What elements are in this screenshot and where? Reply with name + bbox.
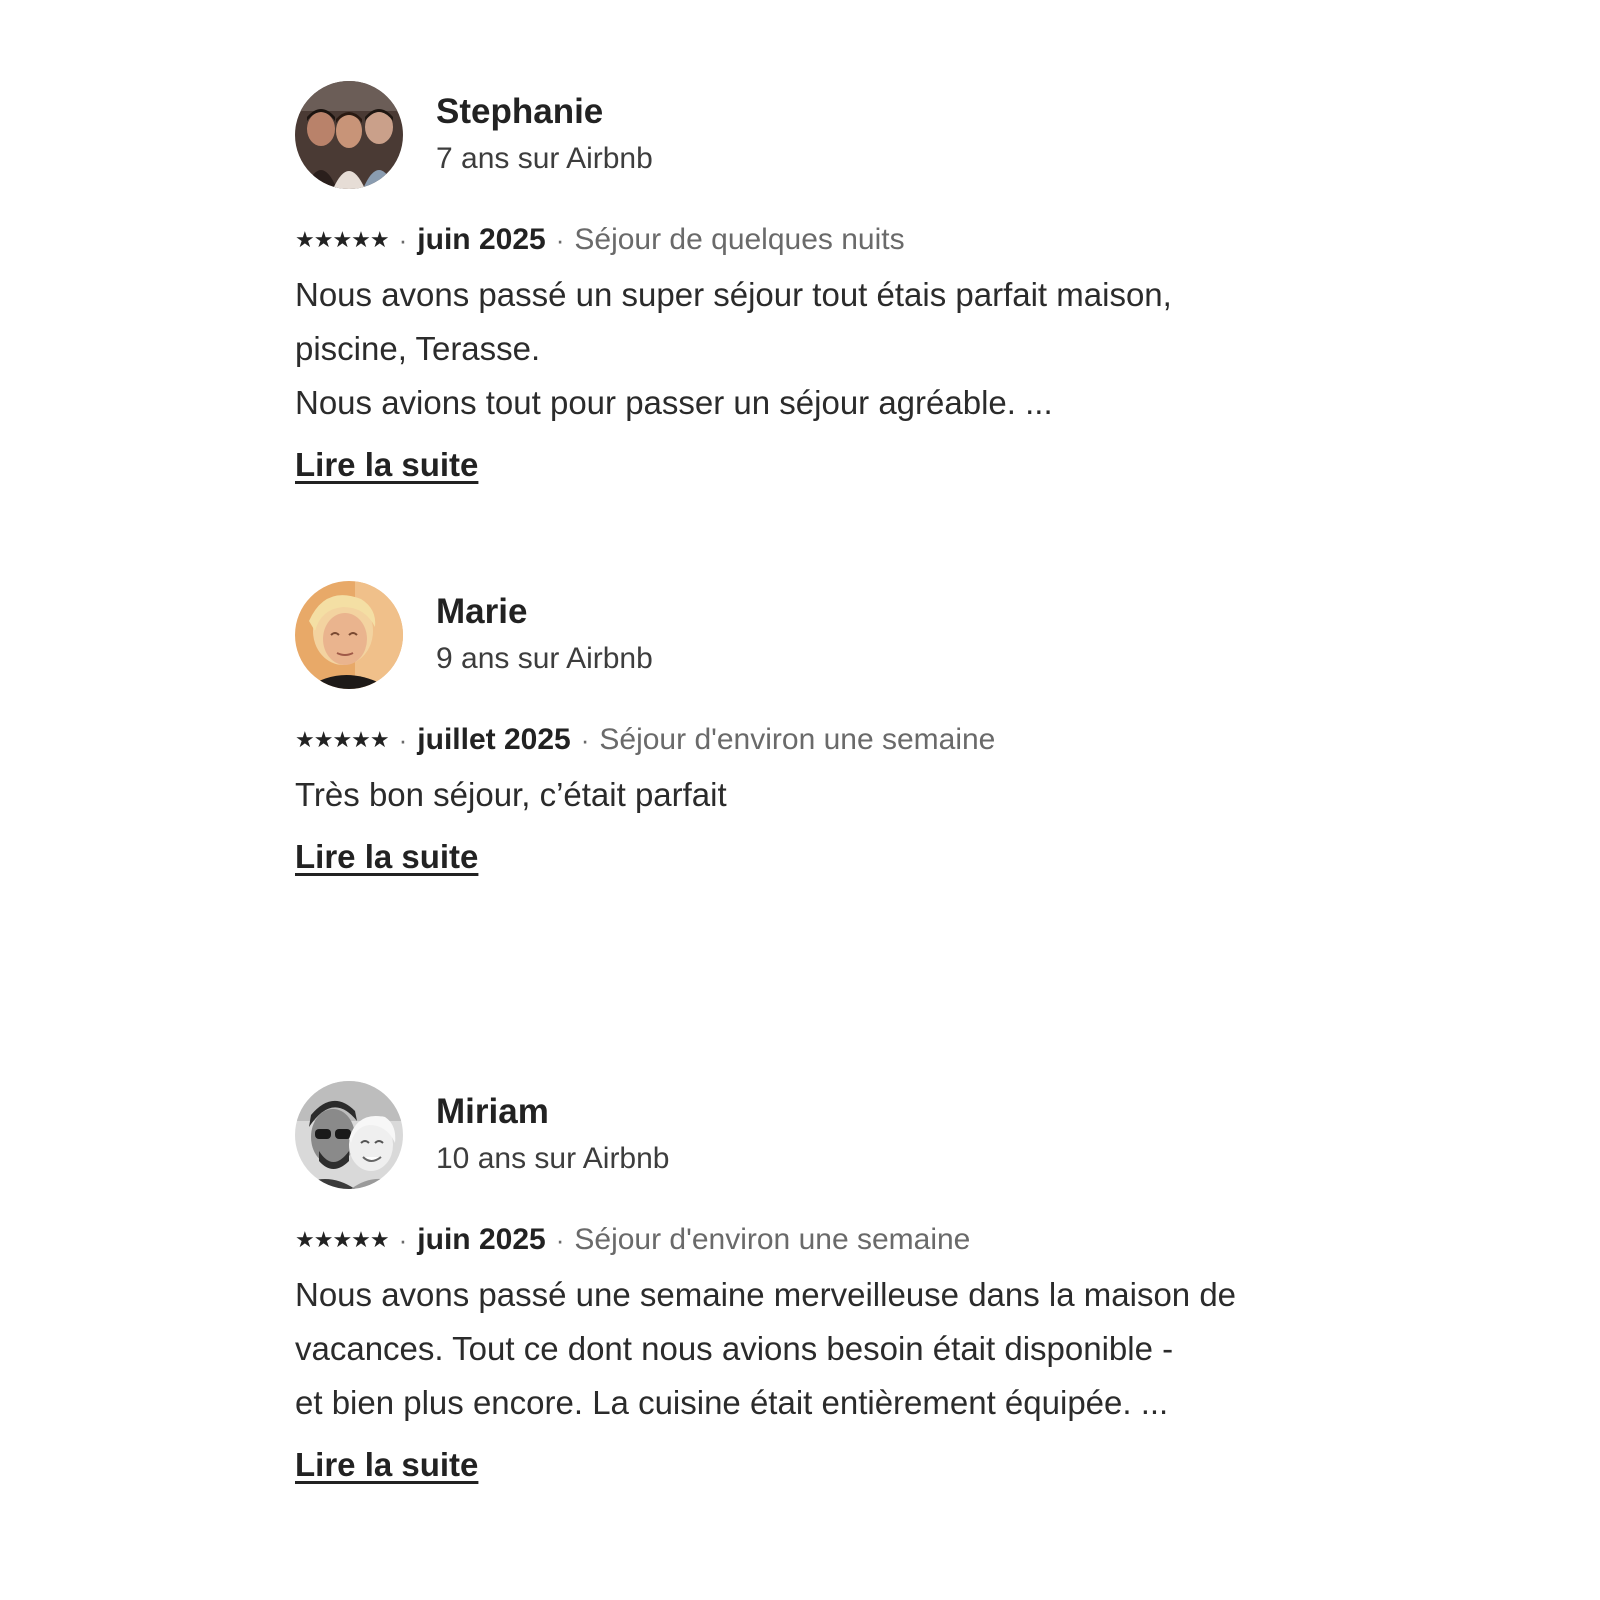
avatar-photo — [295, 1081, 403, 1189]
review-date: juin 2025 — [417, 223, 546, 256]
review-header: Marie 9 ans sur Airbnb — [295, 580, 1355, 690]
star-rating: ★★★★★ — [295, 1227, 390, 1252]
review-date: juillet 2025 — [417, 723, 571, 756]
review-header: Miriam 10 ans sur Airbnb — [295, 1080, 1355, 1190]
separator-dot: · — [398, 1224, 408, 1255]
read-more-link[interactable]: Lire la suite — [295, 838, 478, 876]
stay-length: Séjour de quelques nuits — [574, 223, 905, 256]
avatar-photo — [295, 81, 403, 189]
star-rating: ★★★★★ — [295, 727, 390, 752]
review-meta: ★★★★★ · juin 2025 · Séjour d'environ une… — [295, 1218, 1355, 1262]
separator-dot: · — [555, 1224, 565, 1255]
read-more-link[interactable]: Lire la suite — [295, 446, 478, 484]
avatar[interactable] — [295, 81, 403, 189]
review-meta: ★★★★★ · juin 2025 · Séjour de quelques n… — [295, 218, 1355, 262]
review-text: Très bon séjour, c’était parfait — [295, 776, 727, 813]
reviewer-tenure: 10 ans sur Airbnb — [436, 1142, 670, 1175]
separator-dot: · — [398, 724, 408, 755]
star-rating: ★★★★★ — [295, 227, 390, 252]
review-meta: ★★★★★ · juillet 2025 · Séjour d'environ … — [295, 718, 1355, 762]
review-card: Miriam 10 ans sur Airbnb ★★★★★ · juin 20… — [295, 1080, 1355, 1484]
read-more-link[interactable]: Lire la suite — [295, 1446, 478, 1484]
reviewer-name: Miriam — [436, 1092, 549, 1131]
stay-length: Séjour d'environ une semaine — [574, 1223, 971, 1256]
avatar-photo — [295, 581, 403, 689]
avatar[interactable] — [295, 1081, 403, 1189]
review-text: Nous avons passé un super séjour tout ét… — [295, 276, 1172, 421]
separator-dot: · — [580, 724, 590, 755]
stay-length: Séjour d'environ une semaine — [599, 723, 996, 756]
reviewer-name: Stephanie — [436, 92, 604, 131]
review-date: juin 2025 — [417, 1223, 546, 1256]
avatar[interactable] — [295, 581, 403, 689]
reviewer-tenure: 7 ans sur Airbnb — [436, 142, 653, 175]
review-header: Stephanie 7 ans sur Airbnb — [295, 80, 1355, 190]
reviewer-tenure: 9 ans sur Airbnb — [436, 642, 653, 675]
review-card: Stephanie 7 ans sur Airbnb ★★★★★ · juin … — [295, 80, 1355, 484]
separator-dot: · — [398, 224, 408, 255]
review-card: Marie 9 ans sur Airbnb ★★★★★ · juillet 2… — [295, 580, 1355, 876]
separator-dot: · — [555, 224, 565, 255]
review-text: Nous avons passé une semaine merveilleus… — [295, 1276, 1237, 1421]
reviewer-name: Marie — [436, 592, 528, 631]
